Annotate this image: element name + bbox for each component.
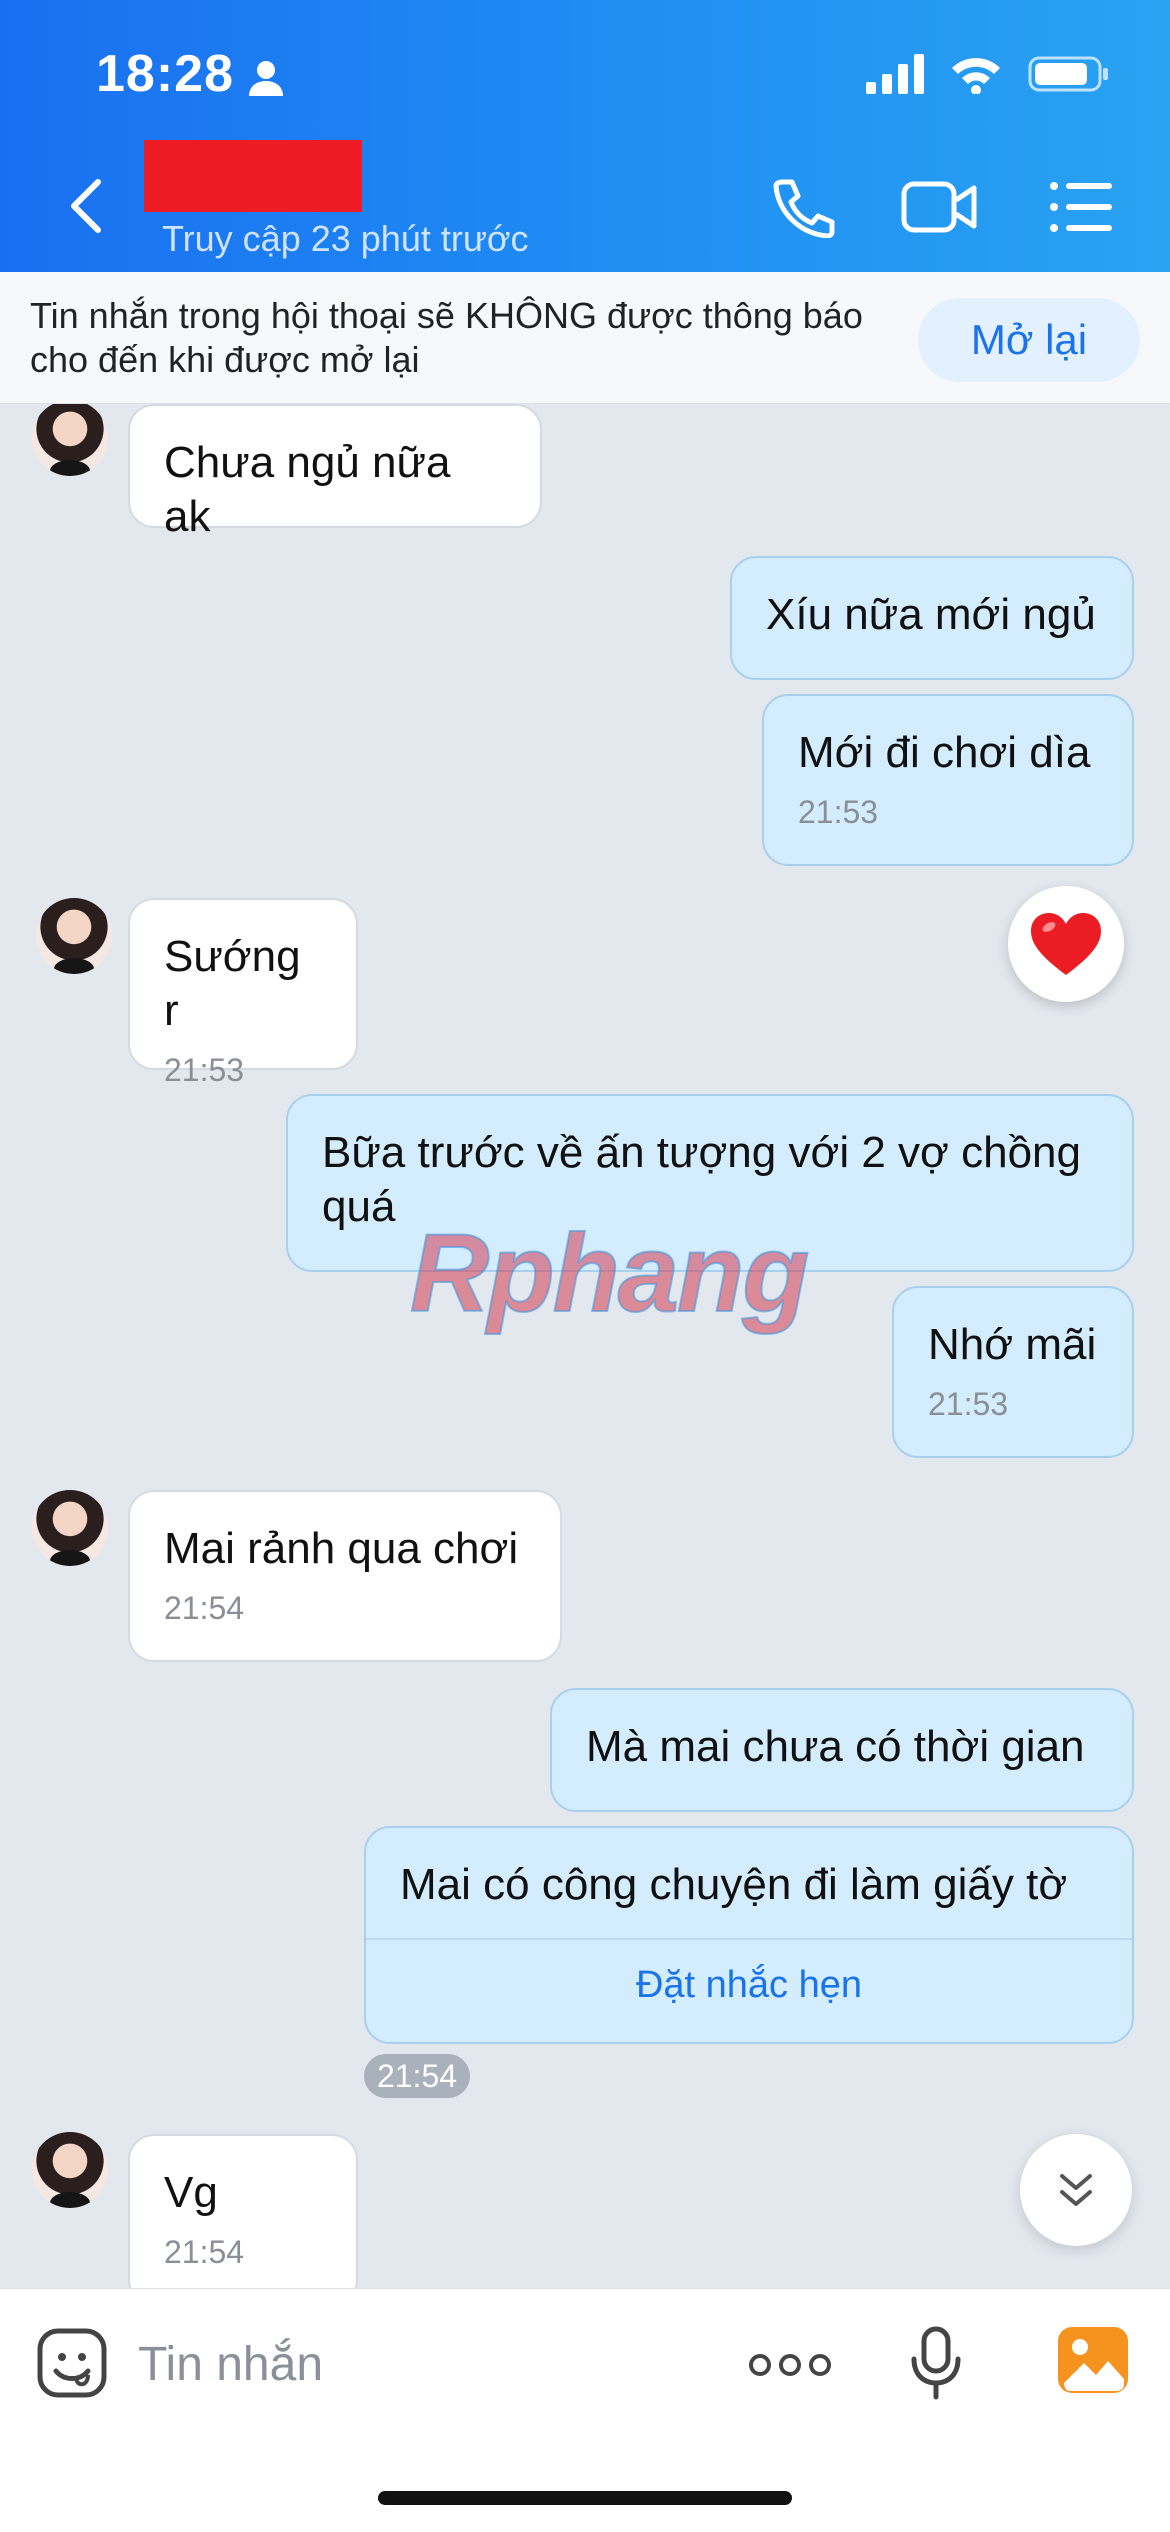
message-bubble-in[interactable]: Mai rảnh qua chơi 21:54 xyxy=(128,1490,562,1662)
message-bubble-in[interactable]: Vg 21:54 xyxy=(128,2134,358,2288)
avatar[interactable] xyxy=(36,898,112,974)
message-time: 21:54 xyxy=(164,2234,245,2270)
person-icon xyxy=(249,61,283,96)
message-text: Mai rảnh qua chơi xyxy=(164,1524,519,1573)
message-list[interactable]: Chưa ngủ nữa ak Xíu nữa mới ngủ Mới đi c… xyxy=(0,404,1170,2288)
message-time: 21:54 xyxy=(164,1590,245,1626)
heart-reaction-button[interactable] xyxy=(1008,886,1124,1002)
chat-header: 18:28 Truy cập 23 phút trước xyxy=(0,0,1170,272)
bubble-divider xyxy=(366,1938,1132,1940)
battery-icon xyxy=(1028,56,1108,92)
double-chevron-down-icon xyxy=(1060,2174,1092,2206)
home-indicator xyxy=(378,2491,792,2505)
avatar[interactable] xyxy=(32,404,108,476)
signal-icon xyxy=(866,54,924,94)
watermark: Rphang xyxy=(409,1211,810,1336)
message-bubble-out[interactable]: Nhớ mãi 21:53 xyxy=(892,1286,1134,1458)
message-text: Vg xyxy=(164,2168,218,2217)
message-bubble-out[interactable]: Xíu nữa mới ngủ xyxy=(730,556,1134,680)
microphone-icon[interactable] xyxy=(908,2325,964,2401)
message-bubble-in[interactable]: Sướng r 21:53 xyxy=(128,898,358,1088)
message-time: 21:53 xyxy=(798,794,879,830)
emoji-sticker-icon[interactable] xyxy=(36,2327,108,2399)
scroll-to-bottom-button[interactable] xyxy=(1020,2134,1132,2246)
message-text: Xíu nữa mới ngủ xyxy=(766,590,1096,639)
avatar[interactable] xyxy=(32,1490,108,1566)
avatar[interactable] xyxy=(32,2132,108,2208)
status-time: 18:28 xyxy=(96,45,234,103)
message-text: Chưa ngủ nữa ak xyxy=(164,438,451,541)
image-gallery-icon[interactable] xyxy=(1056,2325,1130,2395)
last-seen: Truy cập 23 phút trước xyxy=(162,218,529,259)
message-bubble-out[interactable]: Mai có công chuyện đi làm giấy tờ Đặt nh… xyxy=(364,1826,1134,2044)
message-bubble-out[interactable]: Mới đi chơi dìa 21:53 xyxy=(762,694,1134,866)
message-bubble-in[interactable]: Chưa ngủ nữa ak xyxy=(128,404,542,541)
message-input[interactable] xyxy=(138,2329,698,2399)
status-indicators xyxy=(866,54,1110,94)
message-text: Mà mai chưa có thời gian xyxy=(586,1722,1085,1771)
reopen-button[interactable]: Mở lại xyxy=(918,298,1140,382)
muted-notice: Tin nhắn trong hội thoại sẽ KHÔNG được t… xyxy=(0,272,1170,404)
heart-icon xyxy=(1031,913,1101,975)
message-text: Nhớ mãi xyxy=(928,1320,1097,1369)
message-time: 21:53 xyxy=(928,1386,1009,1422)
message-time: 21:53 xyxy=(164,1052,245,1088)
phone-icon[interactable] xyxy=(768,176,838,238)
message-composer xyxy=(0,2288,1170,2532)
set-reminder-link[interactable]: Đặt nhắc hẹn xyxy=(400,1958,1098,2012)
menu-list-icon[interactable] xyxy=(1046,176,1116,238)
message-bubble-out[interactable]: Mà mai chưa có thời gian xyxy=(550,1688,1134,1812)
message-text: Mai có công chuyện đi làm giấy tờ xyxy=(400,1860,1068,1909)
contact-name-redacted[interactable] xyxy=(144,140,362,212)
video-icon[interactable] xyxy=(900,176,980,238)
message-text: Sướng r xyxy=(164,932,301,1035)
message-text: Mới đi chơi dìa xyxy=(798,728,1091,777)
more-options-icon[interactable] xyxy=(748,2345,832,2385)
time-pill: 21:54 xyxy=(364,2054,470,2098)
muted-notice-text: Tin nhắn trong hội thoại sẽ KHÔNG được t… xyxy=(30,295,863,380)
back-icon[interactable] xyxy=(62,176,112,236)
wifi-icon xyxy=(952,58,1000,94)
